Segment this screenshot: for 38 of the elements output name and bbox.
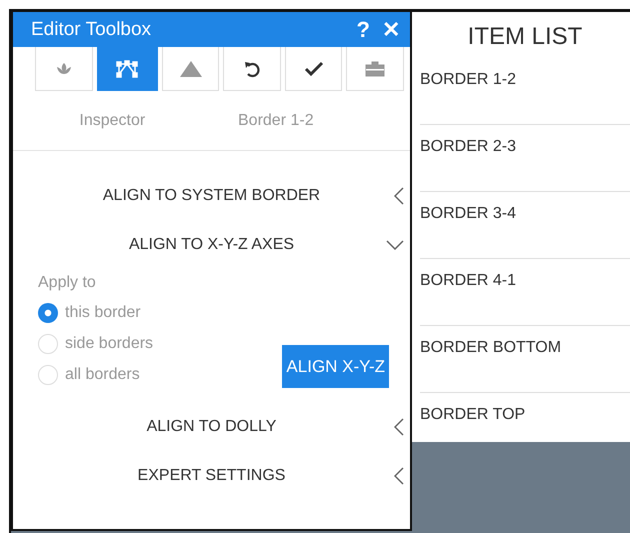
radio-label: this border <box>65 304 141 322</box>
chevron-down-icon <box>386 240 404 250</box>
chevron-left-icon <box>394 186 404 204</box>
section-title: ALIGN TO SYSTEM BORDER <box>102 186 320 204</box>
radio-label: all borders <box>65 366 140 384</box>
item-list-title: ITEM LIST <box>466 22 584 52</box>
section-header[interactable]: ALIGN TO DOLLY <box>13 402 410 451</box>
section-title: ALIGN TO DOLLY <box>146 418 276 436</box>
list-item[interactable]: BORDER 3-4 <box>420 192 630 259</box>
list-item[interactable]: BORDER TOP <box>420 393 630 460</box>
toolbox-icon <box>365 60 386 76</box>
radio-button[interactable] <box>38 334 58 354</box>
info-label: Inspector <box>79 112 146 130</box>
info-label: Border 1-2 <box>238 112 314 130</box>
window-title: Editor Toolbox <box>31 18 152 40</box>
align-button[interactable]: ALIGN X-Y-Z <box>282 345 389 388</box>
list-item[interactable]: BORDER 1-2 <box>420 58 630 125</box>
list-item[interactable]: BORDER 2-3 <box>420 125 630 192</box>
mountain-icon <box>178 60 203 78</box>
nodes-icon <box>116 60 138 78</box>
lotus-icon <box>54 60 73 76</box>
chevron-left-icon <box>394 466 404 484</box>
radio-label: side borders <box>65 334 154 352</box>
close-button[interactable]: ✕ <box>380 16 402 42</box>
undo-icon <box>243 60 262 78</box>
apply-to-label: Apply to <box>38 273 97 293</box>
section-header[interactable]: EXPERT SETTINGS <box>13 451 410 500</box>
radio-button[interactable] <box>38 302 58 322</box>
chevron-left-icon <box>394 418 404 436</box>
list-item[interactable]: BORDER 4-1 <box>420 259 630 326</box>
check-icon <box>304 60 324 76</box>
help-button[interactable]: ? <box>354 16 372 42</box>
section-header[interactable]: ALIGN TO X-Y-Z AXES <box>13 220 410 269</box>
section-title: EXPERT SETTINGS <box>138 466 286 484</box>
list-item[interactable]: BORDER BOTTOM <box>420 326 630 393</box>
radio-button[interactable] <box>38 364 58 384</box>
section-header[interactable]: ALIGN TO SYSTEM BORDER <box>13 171 410 220</box>
section-title: ALIGN TO X-Y-Z AXES <box>128 236 294 254</box>
